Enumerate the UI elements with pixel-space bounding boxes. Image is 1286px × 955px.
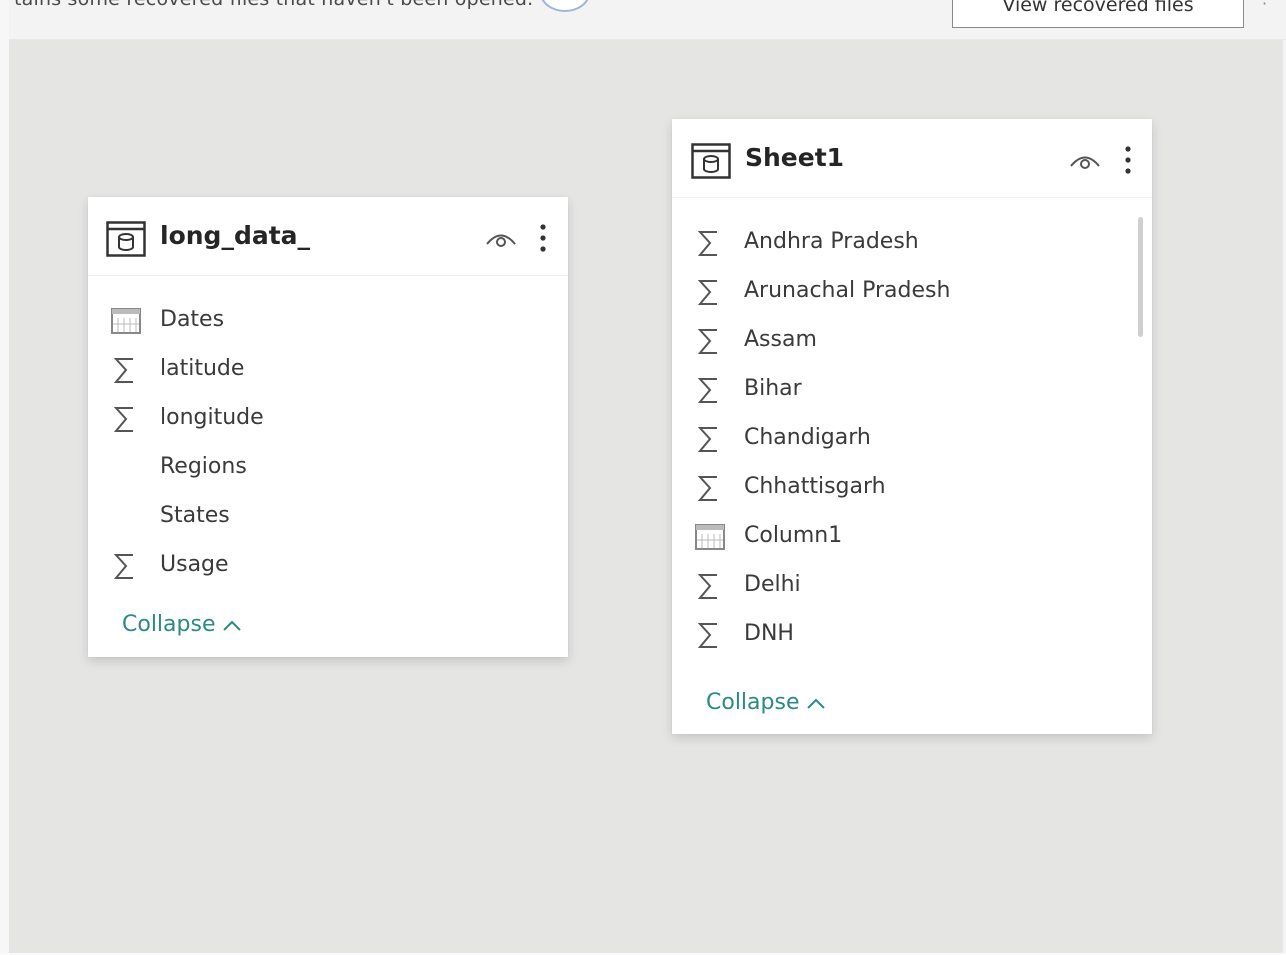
- field-label: States: [160, 503, 230, 528]
- sigma-icon: [694, 374, 726, 406]
- field-item[interactable]: Andhra Pradesh: [694, 223, 1132, 263]
- field-item[interactable]: Bihar: [694, 370, 1132, 410]
- field-label: Andhra Pradesh: [744, 229, 919, 254]
- window-left-edge: [0, 0, 9, 955]
- field-label: Assam: [744, 327, 817, 352]
- table-icon: [691, 143, 731, 179]
- chevron-up-icon: [222, 620, 241, 631]
- field-label: Dates: [160, 307, 225, 332]
- recovery-info-icon: [540, 0, 590, 12]
- field-label: Usage: [160, 552, 229, 577]
- table-title: Sheet1: [745, 143, 845, 172]
- field-item[interactable]: longitude: [110, 399, 558, 439]
- more-options-icon[interactable]: [1123, 145, 1133, 181]
- field-list-scrollbar[interactable]: [1138, 217, 1143, 337]
- field-item[interactable]: Column1: [694, 517, 1132, 557]
- field-label: DNH: [744, 621, 794, 646]
- collapse-button[interactable]: Collapse: [706, 688, 826, 718]
- field-label: Column1: [744, 523, 843, 548]
- sigma-icon: [694, 325, 726, 357]
- field-label: Arunachal Pradesh: [744, 278, 951, 303]
- recovery-notification-bar: tains some recovered files that haven't …: [0, 0, 1286, 40]
- field-list: Andhra Pradesh Arunachal Pradesh Assam B…: [694, 223, 1132, 663]
- field-item[interactable]: Chhattisgarh: [694, 468, 1132, 508]
- recovery-bar-divider: [0, 39, 1286, 40]
- table-card-long-data[interactable]: long_data_ Dates latitude longitude Regi…: [88, 197, 568, 657]
- field-item[interactable]: Chandigarh: [694, 419, 1132, 459]
- chevron-up-icon: [806, 698, 825, 709]
- sigma-icon: [110, 354, 142, 386]
- field-label: Delhi: [744, 572, 801, 597]
- sigma-icon: [694, 619, 726, 651]
- table-title: long_data_: [160, 221, 311, 250]
- field-item[interactable]: Regions: [110, 448, 558, 488]
- field-item[interactable]: Dates: [110, 301, 558, 341]
- calendar-icon: [110, 305, 142, 337]
- field-item[interactable]: States: [110, 497, 558, 537]
- collapse-label: Collapse: [706, 690, 800, 715]
- field-label: Chandigarh: [744, 425, 871, 450]
- model-view-canvas: tains some recovered files that haven't …: [0, 0, 1286, 955]
- field-label: Bihar: [744, 376, 802, 401]
- field-label: Regions: [160, 454, 247, 479]
- field-label: Chhattisgarh: [744, 474, 886, 499]
- field-item[interactable]: latitude: [110, 350, 558, 390]
- collapse-label: Collapse: [122, 612, 216, 637]
- eye-icon[interactable]: [484, 227, 518, 251]
- table-icon: [106, 221, 146, 257]
- more-options-icon[interactable]: [538, 223, 548, 259]
- overflow-dots-icon: ·: [1262, 0, 1268, 13]
- sigma-icon: [110, 550, 142, 582]
- field-item[interactable]: Delhi: [694, 566, 1132, 606]
- field-item[interactable]: Usage: [110, 546, 558, 586]
- sigma-icon: [694, 570, 726, 602]
- eye-icon[interactable]: [1068, 149, 1102, 173]
- field-label: latitude: [160, 356, 245, 381]
- field-item[interactable]: Assam: [694, 321, 1132, 361]
- table-card-sheet1[interactable]: Sheet1 Andhra Pradesh Arunachal Pradesh …: [672, 119, 1152, 734]
- sigma-icon: [694, 227, 726, 259]
- sigma-icon: [694, 423, 726, 455]
- field-label: longitude: [160, 405, 264, 430]
- field-item[interactable]: Arunachal Pradesh: [694, 272, 1132, 312]
- table-card-header[interactable]: long_data_: [88, 197, 568, 276]
- sigma-icon: [694, 276, 726, 308]
- view-recovered-files-button[interactable]: View recovered files: [952, 0, 1244, 28]
- field-list: Dates latitude longitude Regions States …: [110, 301, 558, 601]
- calendar-icon: [694, 521, 726, 553]
- collapse-button[interactable]: Collapse: [122, 610, 242, 640]
- field-item[interactable]: DNH: [694, 615, 1132, 655]
- recovery-message: tains some recovered files that haven't …: [14, 0, 533, 10]
- sigma-icon: [694, 472, 726, 504]
- table-card-header[interactable]: Sheet1: [672, 119, 1152, 198]
- sigma-icon: [110, 403, 142, 435]
